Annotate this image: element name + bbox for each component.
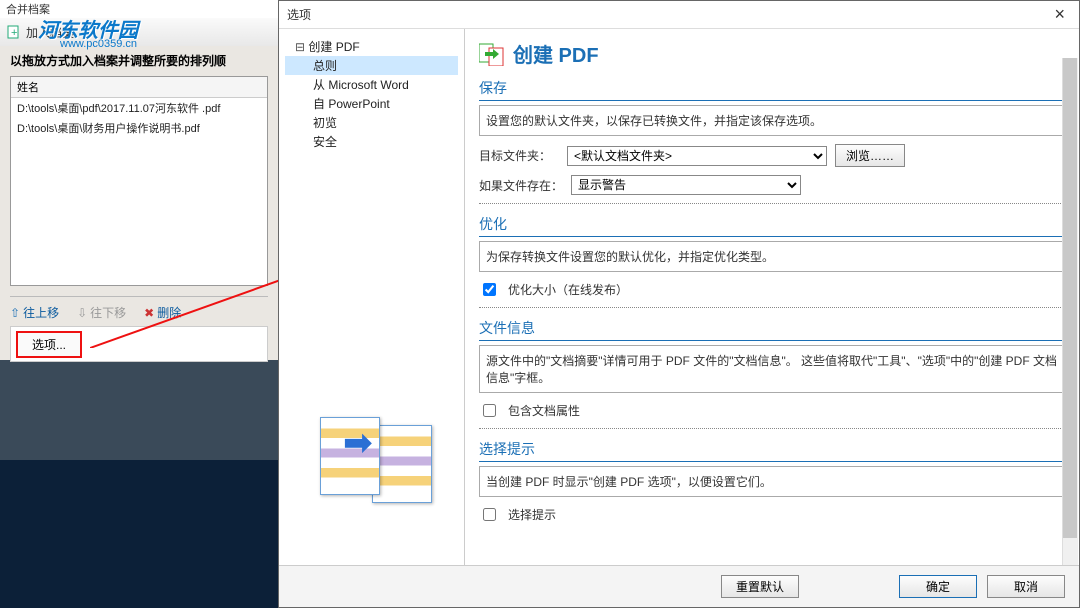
tree-item-general[interactable]: 总则 bbox=[285, 56, 458, 75]
section-optimize-title: 优化 bbox=[479, 214, 1065, 237]
tree-item-powerpoint[interactable]: 自 PowerPoint bbox=[285, 94, 458, 113]
file-list[interactable]: 姓名 D:\tools\桌面\pdf\2017.11.07河东软件 .pdf D… bbox=[10, 76, 268, 286]
add-file-icon: + bbox=[6, 24, 22, 40]
optimize-size-checkbox[interactable] bbox=[483, 283, 496, 296]
section-fileinfo-desc: 源文件中的"文档摘要"详情可用于 PDF 文件的"文档信息"。 这些值将取代"工… bbox=[479, 345, 1065, 393]
scrollbar-thumb[interactable] bbox=[1063, 58, 1077, 538]
ok-button[interactable]: 确定 bbox=[899, 575, 977, 598]
include-props-checkbox[interactable] bbox=[483, 404, 496, 417]
delete-button[interactable]: ✖删除 bbox=[144, 304, 181, 321]
dialog-footer: 重置默认 确定 取消 bbox=[279, 565, 1079, 607]
dialog-titlebar: 选项 × bbox=[279, 1, 1079, 29]
tree-item-word[interactable]: 从 Microsoft Word bbox=[285, 75, 458, 94]
bg-window-title: 合并档案 bbox=[0, 0, 278, 18]
section-save-desc: 设置您的默认文件夹，以保存已转换文件，并指定该保存选项。 bbox=[479, 105, 1065, 136]
delete-icon: ✖ bbox=[144, 306, 154, 320]
target-folder-select[interactable]: <默认文档文件夹> bbox=[567, 146, 827, 166]
bg-actions: ⇧往上移 ⇩往下移 ✖删除 bbox=[10, 296, 268, 322]
dialog-title: 选项 bbox=[287, 6, 311, 23]
page-title: 创建 PDF bbox=[479, 39, 1065, 68]
arrow-down-icon: ⇩ bbox=[77, 306, 87, 320]
section-save-title: 保存 bbox=[479, 78, 1065, 101]
cancel-button[interactable]: 取消 bbox=[987, 575, 1065, 598]
section-prompt-desc: 当创建 PDF 时显示"创建 PDF 选项"，以便设置它们。 bbox=[479, 466, 1065, 497]
section-prompt-title: 选择提示 bbox=[479, 439, 1065, 462]
list-item[interactable]: D:\tools\桌面\pdf\2017.11.07河东软件 .pdf bbox=[11, 98, 267, 118]
add-file-button[interactable]: 加入档案 bbox=[26, 24, 74, 41]
file-exists-label: 如果文件存在： bbox=[479, 177, 563, 194]
section-optimize-desc: 为保存转换文件设置您的默认优化，并指定优化类型。 bbox=[479, 241, 1065, 272]
create-pdf-icon bbox=[479, 42, 507, 66]
file-list-header: 姓名 bbox=[11, 77, 267, 98]
bg-toolbar: + 加入档案 bbox=[0, 18, 278, 46]
move-up-button[interactable]: ⇧往上移 bbox=[10, 304, 59, 321]
move-down-button[interactable]: ⇩往下移 bbox=[77, 304, 126, 321]
target-folder-label: 目标文件夹： bbox=[479, 147, 559, 164]
list-item[interactable]: D:\tools\桌面\财务用户操作说明书.pdf bbox=[11, 118, 267, 138]
options-dialog: 选项 × 创建 PDF 总则 从 Microsoft Word 自 PowerP… bbox=[278, 0, 1080, 608]
section-fileinfo-title: 文件信息 bbox=[479, 318, 1065, 341]
prompt-label: 选择提示 bbox=[508, 506, 556, 523]
prompt-checkbox[interactable] bbox=[483, 508, 496, 521]
options-button[interactable]: 选项... bbox=[16, 331, 82, 358]
optimize-size-label: 优化大小（在线发布） bbox=[508, 281, 628, 298]
arrow-right-icon: ➡ bbox=[344, 423, 373, 463]
arrow-up-icon: ⇧ bbox=[10, 306, 20, 320]
browse-button[interactable]: 浏览…… bbox=[835, 144, 905, 167]
content-panel: 创建 PDF 保存 设置您的默认文件夹，以保存已转换文件，并指定该保存选项。 目… bbox=[465, 29, 1079, 565]
tree-item-preview[interactable]: 初览 bbox=[285, 113, 458, 132]
nav-tree[interactable]: 创建 PDF 总则 从 Microsoft Word 自 PowerPoint … bbox=[279, 29, 465, 565]
close-icon[interactable]: × bbox=[1048, 4, 1071, 25]
reset-defaults-button[interactable]: 重置默认 bbox=[721, 575, 799, 598]
svg-text:+: + bbox=[11, 27, 17, 39]
file-exists-select[interactable]: 显示警告 bbox=[571, 175, 801, 195]
include-props-label: 包含文档属性 bbox=[508, 402, 580, 419]
bg-instruction: 以拖放方式加入档案并调整所要的排列顺 bbox=[10, 52, 270, 72]
bg-options-row: 选项... bbox=[10, 326, 268, 362]
tree-illustration: ➡ bbox=[292, 399, 452, 529]
tree-item-security[interactable]: 安全 bbox=[285, 132, 458, 151]
tree-root[interactable]: 创建 PDF bbox=[285, 37, 458, 56]
